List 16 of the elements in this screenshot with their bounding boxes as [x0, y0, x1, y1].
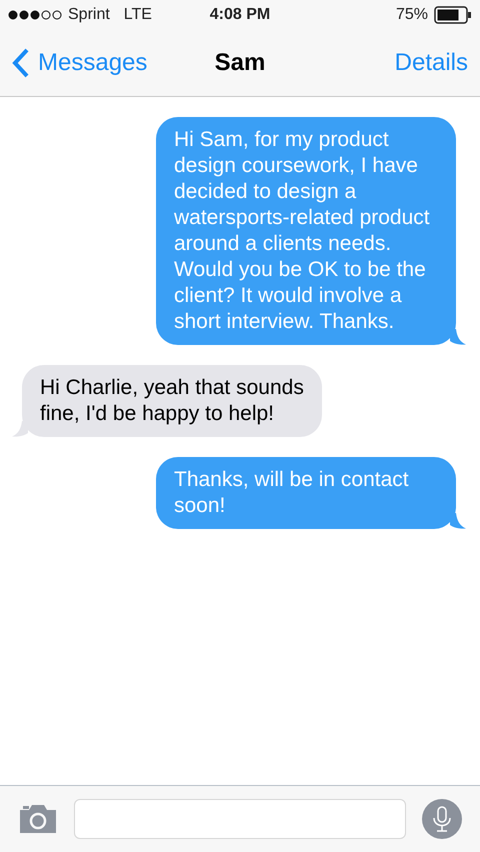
back-button[interactable]: Messages [12, 45, 215, 81]
microphone-icon[interactable] [422, 799, 462, 839]
battery-icon [434, 6, 472, 24]
contact-name: Sam [214, 48, 266, 78]
message-text: Hi Charlie, yeah that sounds fine, I'd be happy to help! [40, 375, 304, 427]
message-text: Hi Sam, for my product design coursework, I have decided to design a watersports-related product around a clients needs. Would you be OK to be the client? It would involve a short interview. Thanks. [174, 127, 431, 335]
battery-percentage: 75% [396, 5, 428, 25]
message-input-field[interactable] [74, 799, 406, 839]
clock: 4:08 PM [210, 5, 270, 25]
message-text: Thanks, will be in contact soon! [174, 467, 410, 519]
camera-icon[interactable] [18, 804, 58, 834]
carrier-name: Sprint [68, 5, 110, 25]
details-button[interactable]: Details [394, 45, 468, 81]
signal-icon [8, 10, 62, 20]
network-type: LTE [124, 5, 152, 25]
chevron-left-icon [12, 48, 30, 78]
